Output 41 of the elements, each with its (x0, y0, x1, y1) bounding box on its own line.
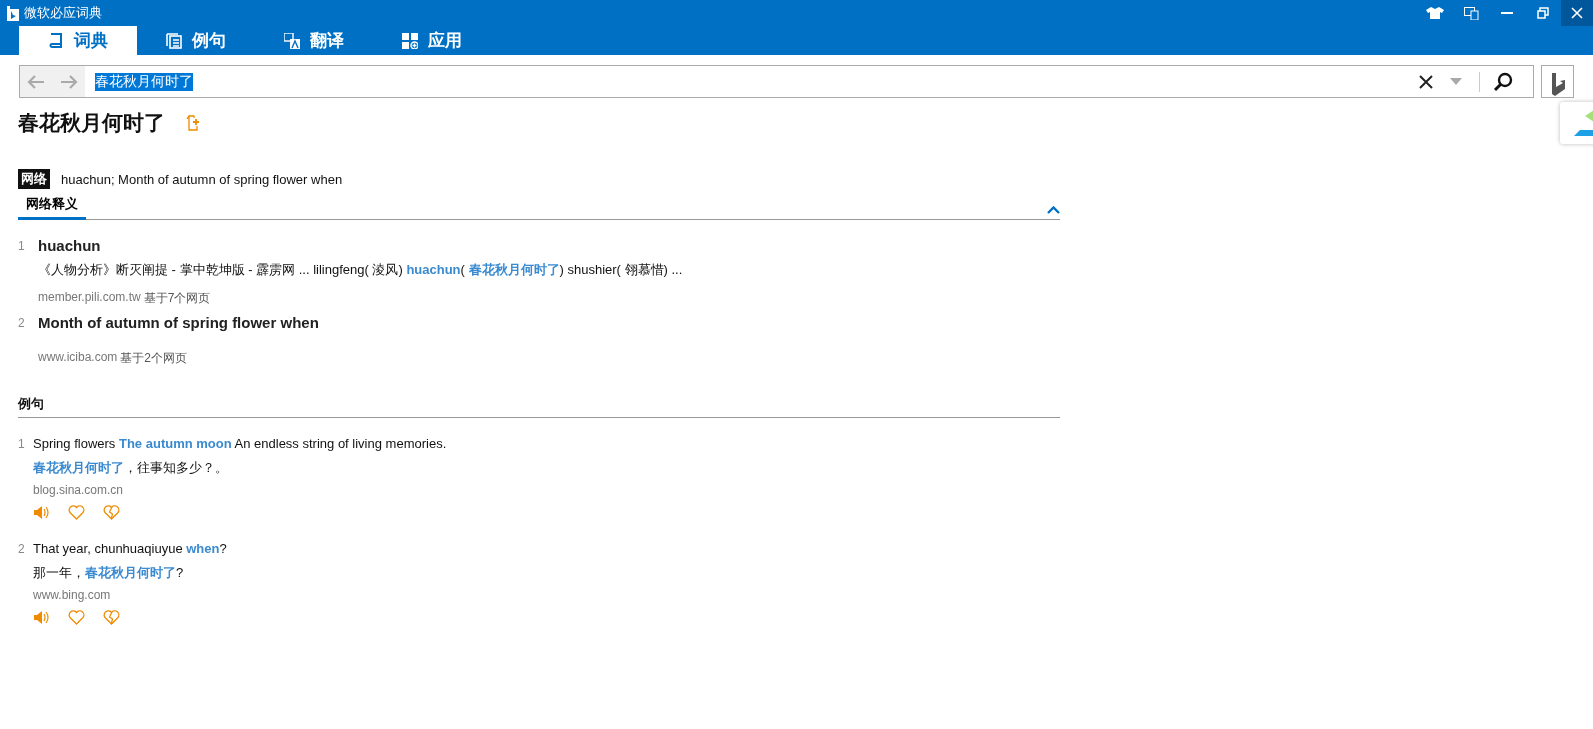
english-sentence: That year, chunhuaqiuyue when? (33, 541, 227, 556)
definition-term: huachun (38, 237, 102, 254)
source-link[interactable]: www.bing.com (33, 588, 227, 602)
source-link[interactable]: member.pili.com.tw (38, 290, 141, 307)
chinese-sentence: 那一年，春花秋月何时了? (33, 564, 185, 582)
heart-icon[interactable] (68, 504, 85, 521)
source-link[interactable]: www.iciba.com (38, 350, 118, 367)
chinese-sentence: 春花秋月何时了，往事知多少？。 (33, 459, 229, 477)
tab[interactable]: 翻译 (255, 26, 373, 55)
tag-label: 网络 (18, 169, 50, 189)
speaker-icon[interactable] (33, 504, 50, 521)
english-sentence: Spring flowers The autumn moon An endless string of living memories. (33, 436, 447, 451)
page-count: 基于2个网页 (120, 350, 188, 367)
close-icon[interactable] (1561, 0, 1593, 26)
speaker-icon[interactable] (33, 609, 50, 626)
summary-text: huachun; Month of autumn of spring flower when (61, 171, 343, 187)
tab[interactable]: 应用 (373, 26, 491, 55)
search-field[interactable]: 春花秋月何时了 (85, 66, 1411, 97)
item-number: 2 (18, 315, 26, 332)
b-logo-icon[interactable] (1541, 65, 1574, 98)
item-number: 1 (18, 238, 26, 255)
apps-icon (402, 32, 418, 49)
definition-term: Month of autumn of spring flower when (38, 314, 319, 331)
section-heading: 例句 (18, 395, 1060, 418)
headword: 春花秋月何时了 (18, 110, 165, 136)
item-number: 2 (18, 541, 26, 558)
broken-heart-icon[interactable] (103, 504, 120, 521)
heart-icon[interactable] (68, 609, 85, 626)
window-title: 微软必应词典 (24, 4, 103, 22)
source-link[interactable]: blog.sina.com.cn (33, 483, 447, 497)
web-definitions-tab[interactable]: 网络释义 (18, 195, 86, 220)
translate-icon (284, 32, 300, 49)
add-note-icon[interactable] (185, 115, 200, 131)
tab[interactable]: 词典 (19, 26, 137, 55)
page-count: 基于7个网页 (143, 290, 211, 307)
document-list-icon (166, 32, 182, 49)
definition-snippet: 《人物分析》断灭阐提 - 掌中乾坤版 - 霹雳网 ... lilingfeng( 淩风) huachun( 春花秋月何时了) shushier( 翎慕惜) ... (38, 261, 683, 279)
tab[interactable]: 例句 (137, 26, 255, 55)
broken-heart-icon[interactable] (103, 609, 120, 626)
item-number: 1 (18, 436, 26, 453)
app-logo-icon (6, 4, 20, 22)
